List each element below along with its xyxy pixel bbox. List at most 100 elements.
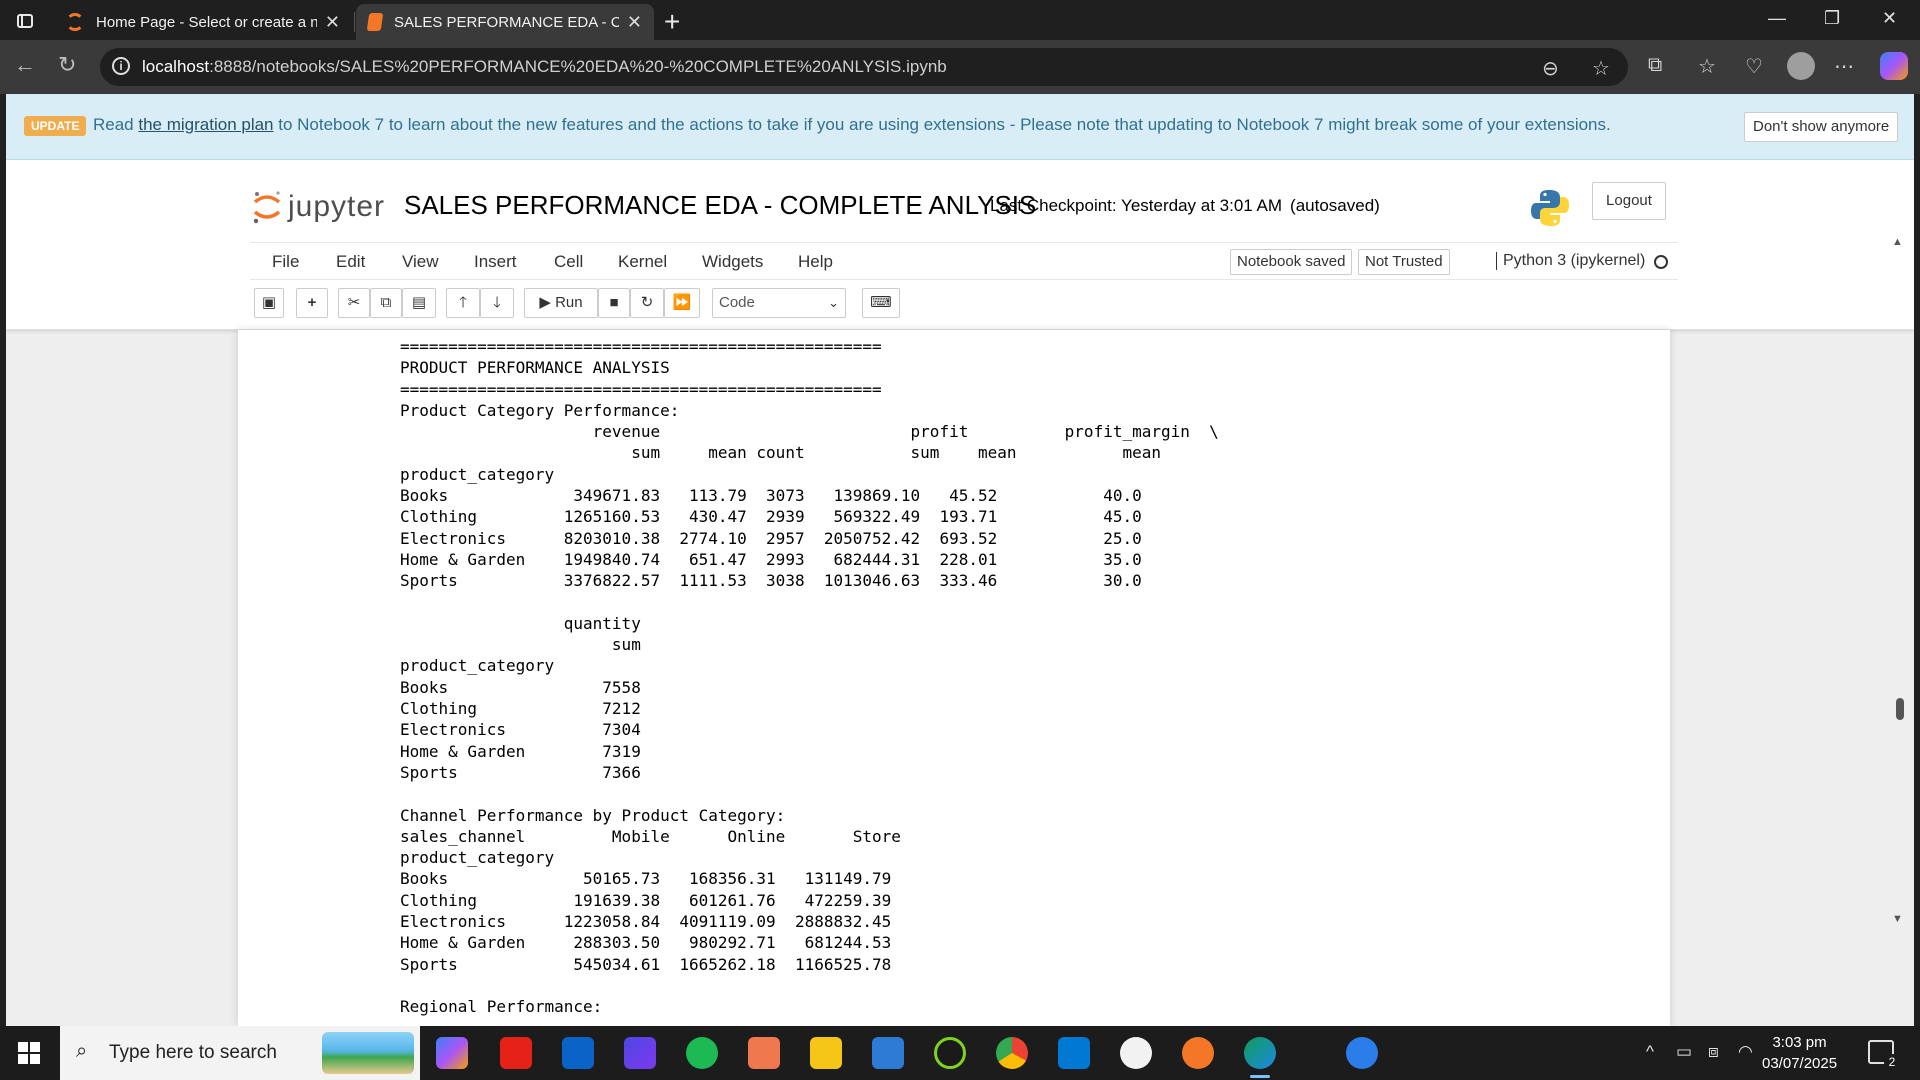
output-line: Books 349671.83 113.79 3073 139869.10 45…: [400, 486, 1142, 506]
menu-insert[interactable]: Insert: [474, 252, 517, 272]
output-line: Product Category Performance:: [400, 400, 680, 420]
file-explorer-icon[interactable]: [810, 1037, 842, 1069]
outlook-app-icon[interactable]: [562, 1037, 594, 1069]
battery-icon[interactable]: ▭: [1676, 1042, 1692, 1062]
copy-icon[interactable]: ⧉: [370, 288, 402, 318]
vscode-app-icon[interactable]: [1058, 1037, 1090, 1069]
output-line: ========================================…: [400, 337, 882, 356]
chrome-app-icon[interactable]: [996, 1037, 1028, 1069]
reload-icon[interactable]: ↻: [58, 52, 76, 78]
migration-banner: UPDATE Read the migration plan to Notebo…: [6, 94, 1914, 160]
close-tab-icon[interactable]: ✕: [325, 12, 340, 33]
interrupt-icon[interactable]: ■: [598, 288, 630, 318]
notebook-toolbar: ▣ + ✂ ⧉ ▤ 🡑 🡓 ▶ Run ■ ↻ ⏩ Code ⌄ ⌨: [250, 284, 1678, 322]
not-trusted-button[interactable]: Not Trusted: [1358, 249, 1450, 275]
clipchamp-app-icon[interactable]: [624, 1037, 656, 1069]
output-line: product_category: [400, 464, 555, 484]
copilot-app-icon[interactable]: [436, 1037, 468, 1069]
jupyter-app-icon[interactable]: [1182, 1037, 1214, 1069]
move-up-icon[interactable]: 🡑: [446, 288, 480, 318]
checkpoint-status: Last Checkpoint: Yesterday at 3:01 AM (au…: [990, 196, 1380, 216]
more-menu-icon[interactable]: ⋯: [1834, 54, 1854, 79]
claude-app-icon[interactable]: [748, 1037, 780, 1069]
spotify-app-icon[interactable]: [686, 1037, 718, 1069]
windows-taskbar: ⌕ Type here to search ^ ▭ ⧈ ◠ 3:03 pm 03…: [0, 1026, 1920, 1080]
edge-app-icon[interactable]: [1244, 1037, 1276, 1078]
wifi-icon[interactable]: ◠: [1738, 1042, 1753, 1062]
menu-cell[interactable]: Cell: [554, 252, 583, 272]
chatgpt-app-icon[interactable]: [1120, 1037, 1152, 1069]
clock-time: 3:03 pm: [1772, 1034, 1827, 1051]
kernel-name[interactable]: Python 3 (ipykernel): [1496, 252, 1645, 270]
restart-run-all-icon[interactable]: ⏩: [664, 288, 700, 318]
menu-widgets[interactable]: Widgets: [702, 252, 763, 272]
close-tab-icon[interactable]: ✕: [627, 12, 642, 33]
reading-mode-icon[interactable]: ⊖: [1542, 56, 1559, 81]
show-hidden-icons-icon[interactable]: ^: [1646, 1042, 1654, 1062]
tab-title: SALES PERFORMANCE EDA - COMPLETE ANLYSIS: [394, 13, 619, 31]
output-line: sales_channel Mobile Online Store: [400, 826, 901, 846]
insert-cell-icon[interactable]: +: [296, 288, 328, 318]
help-app-icon[interactable]: [1346, 1037, 1378, 1069]
url-text[interactable]: localhost:8888/notebooks/SALES%20PERFORM…: [142, 57, 947, 77]
move-down-icon[interactable]: 🡓: [480, 288, 514, 318]
notebook-container: ========================================…: [238, 330, 1670, 1026]
output-line: sum: [400, 635, 641, 655]
jupyter-logo[interactable]: jupyter: [252, 188, 392, 226]
scrollbar-thumb[interactable]: [1896, 698, 1904, 720]
device-icon[interactable]: ⧈: [1708, 1042, 1719, 1062]
output-line: quantity: [400, 613, 641, 633]
output-line: Channel Performance by Product Category:: [400, 805, 786, 825]
migration-plan-link[interactable]: the migration plan: [138, 115, 273, 134]
menu-help[interactable]: Help: [798, 252, 833, 272]
save-icon[interactable]: ▣: [254, 288, 284, 318]
menu-kernel[interactable]: Kernel: [618, 252, 667, 272]
favorites-icon[interactable]: ☆: [1698, 54, 1716, 79]
tab-separator: [354, 12, 355, 32]
restart-icon[interactable]: ↻: [630, 288, 664, 318]
minimize-icon[interactable]: —: [1768, 8, 1786, 29]
address-bar[interactable]: i localhost:8888/notebooks/SALES%20PERFO…: [100, 48, 1628, 86]
output-line: Electronics 8203010.38 2774.10 2957 2050…: [400, 528, 1142, 548]
dont-show-anymore-button[interactable]: Don't show anymore: [1744, 112, 1899, 142]
tab-actions-icon[interactable]: [10, 8, 40, 34]
photos-app-icon[interactable]: [872, 1037, 904, 1069]
menu-view[interactable]: View: [402, 252, 439, 272]
profile-avatar[interactable]: [1787, 52, 1815, 80]
taskbar-search[interactable]: ⌕ Type here to search: [60, 1026, 420, 1080]
notebook-title[interactable]: SALES PERFORMANCE EDA - COMPLETE ANLYSIS: [404, 190, 1036, 221]
jupyter-favicon-icon: [66, 13, 84, 31]
output-line: PRODUCT PERFORMANCE ANALYSIS: [400, 358, 670, 378]
site-info-icon[interactable]: i: [112, 57, 130, 75]
close-window-icon[interactable]: ✕: [1882, 8, 1897, 29]
qgis-app-icon[interactable]: [934, 1037, 966, 1069]
restore-icon[interactable]: ❐: [1824, 8, 1840, 29]
youtube-app-icon[interactable]: [500, 1037, 532, 1069]
new-tab-button[interactable]: +: [664, 6, 680, 38]
url-path: :8888/notebooks/SALES%20PERFORMANCE%20ED…: [209, 57, 947, 76]
notebook-saved-indicator: Notebook saved: [1230, 249, 1353, 275]
tab-home-page[interactable]: Home Page - Select or create a notebook …: [54, 4, 352, 40]
output-line: Electronics 7304: [400, 720, 641, 740]
logout-button[interactable]: Logout: [1592, 182, 1666, 220]
clock-date: 03/07/2025: [1762, 1055, 1838, 1072]
keyboard-icon[interactable]: ⌨: [862, 288, 900, 318]
output-line: Home & Garden 1949840.74 651.47 2993 682…: [400, 549, 1142, 569]
scroll-down-icon[interactable]: ▼: [1892, 913, 1903, 925]
back-icon[interactable]: ←: [14, 52, 36, 78]
tab-notebook[interactable]: SALES PERFORMANCE EDA - COMPLETE ANLYSIS…: [356, 4, 654, 40]
windows-start-icon[interactable]: [18, 1042, 40, 1064]
cell-type-select[interactable]: Code ⌄: [712, 288, 846, 318]
copilot-icon[interactable]: [1880, 52, 1908, 80]
browser-essentials-icon[interactable]: ♡: [1745, 54, 1763, 79]
menu-edit[interactable]: Edit: [336, 252, 365, 272]
extensions-icon[interactable]: ⧉: [1648, 54, 1662, 77]
favorite-star-icon[interactable]: ☆: [1592, 56, 1610, 81]
menu-file[interactable]: File: [272, 252, 299, 272]
run-button[interactable]: ▶ Run: [524, 288, 598, 318]
system-clock[interactable]: 3:03 pm 03/07/2025: [1762, 1032, 1837, 1074]
cut-icon[interactable]: ✂: [338, 288, 370, 318]
paste-icon[interactable]: ▤: [402, 288, 436, 318]
scroll-up-icon[interactable]: ▲: [1892, 236, 1903, 248]
